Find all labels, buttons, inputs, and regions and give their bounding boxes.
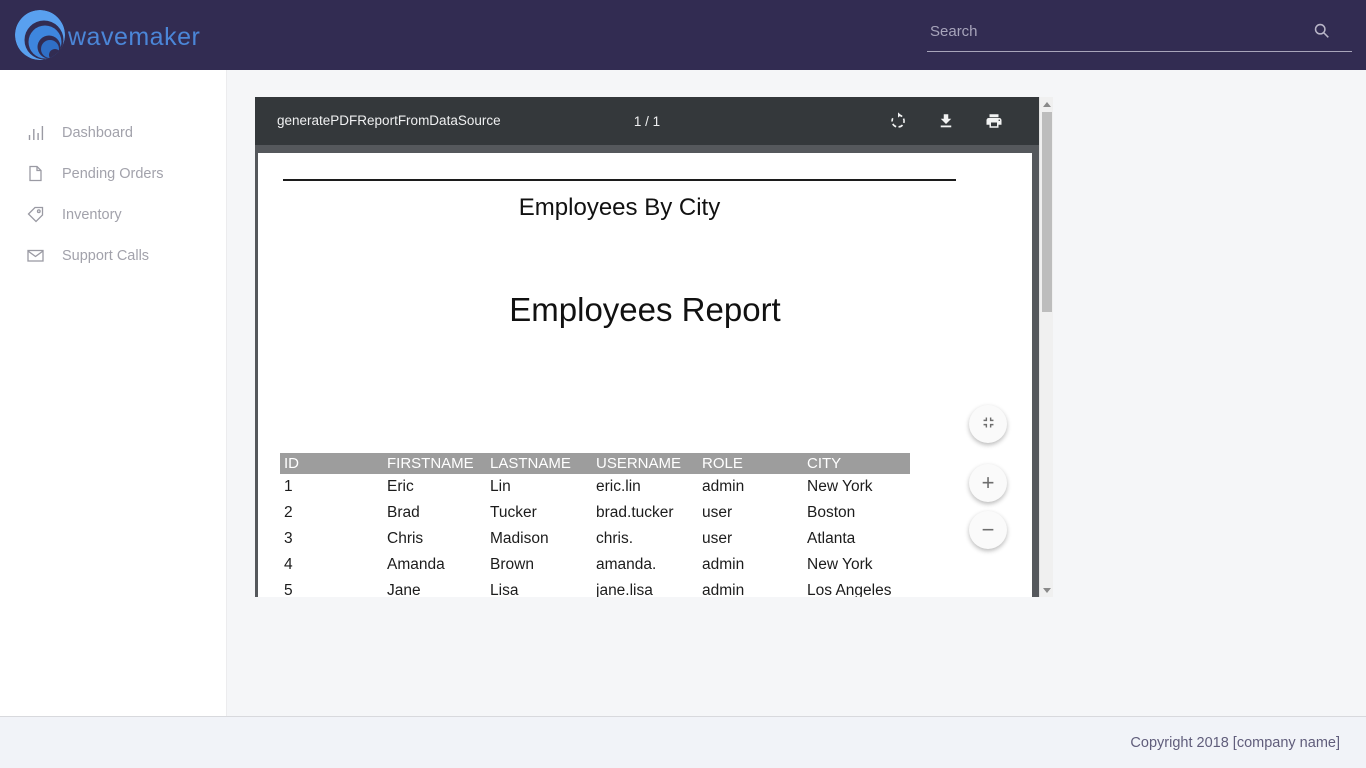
minus-icon: −	[982, 517, 995, 543]
pdf-viewer: generatePDFReportFromDataSource 1 / 1	[255, 97, 1053, 597]
document-icon	[27, 165, 44, 182]
cell-role: user	[702, 530, 807, 548]
sidebar-item-dashboard[interactable]: Dashboard	[0, 112, 226, 153]
cell-lastname: Madison	[490, 530, 596, 548]
page-footer: Copyright 2018 [company name]	[0, 716, 1366, 768]
table-row: 5 Jane Lisa jane.lisa admin Los Angeles	[280, 578, 910, 597]
column-header: ROLE	[702, 455, 807, 472]
pdf-page: Employees By City Employees Report ID FI…	[258, 153, 1032, 597]
pdf-scrollbar[interactable]	[1039, 97, 1053, 597]
search-icon[interactable]	[1313, 22, 1330, 39]
brand[interactable]: wavemaker	[14, 9, 200, 66]
table-row: 4 Amanda Brown amanda. admin New York	[280, 552, 910, 578]
print-icon[interactable]	[985, 112, 1003, 130]
table-header-row: ID FIRSTNAME LASTNAME USERNAME ROLE CITY	[280, 453, 910, 474]
rotate-icon[interactable]	[889, 112, 907, 130]
wavemaker-logo-icon	[14, 9, 66, 66]
search-input[interactable]	[927, 16, 1307, 46]
cell-firstname: Eric	[387, 478, 490, 496]
sidebar-item-inventory[interactable]: Inventory	[0, 194, 226, 235]
table-row: 1 Eric Lin eric.lin admin New York	[280, 474, 910, 500]
scroll-up-arrow-icon[interactable]	[1040, 97, 1054, 111]
document-header-title: Employees By City	[283, 194, 956, 222]
sidebar-item-support-calls[interactable]: Support Calls	[0, 235, 226, 276]
cell-lastname: Brown	[490, 556, 596, 574]
cell-username: chris.	[596, 530, 702, 548]
top-navbar: wavemaker	[0, 0, 1366, 70]
cell-city: Boston	[807, 504, 910, 522]
cell-firstname: Brad	[387, 504, 490, 522]
zoom-out-button[interactable]: −	[969, 511, 1007, 549]
zoom-in-button[interactable]: +	[969, 464, 1007, 502]
pdf-viewer-frame: generatePDFReportFromDataSource 1 / 1	[255, 97, 1039, 597]
sidebar-item-label: Support Calls	[62, 248, 149, 264]
cell-username: amanda.	[596, 556, 702, 574]
sidebar-item-label: Dashboard	[62, 125, 133, 141]
cell-username: jane.lisa	[596, 582, 702, 597]
cell-role: admin	[702, 582, 807, 597]
scroll-down-arrow-icon[interactable]	[1040, 583, 1054, 597]
cell-id: 2	[284, 504, 387, 522]
fit-to-page-icon	[980, 414, 997, 434]
cell-id: 3	[284, 530, 387, 548]
cell-role: user	[702, 504, 807, 522]
cell-lastname: Lin	[490, 478, 596, 496]
search-box	[927, 10, 1352, 52]
cell-city: New York	[807, 556, 910, 574]
cell-firstname: Jane	[387, 582, 490, 597]
cell-city: New York	[807, 478, 910, 496]
table-row: 3 Chris Madison chris. user Atlanta	[280, 526, 910, 552]
column-header: USERNAME	[596, 455, 702, 472]
bar-chart-icon	[27, 124, 44, 141]
copyright-text: Copyright 2018 [company name]	[1130, 735, 1340, 751]
cell-id: 1	[284, 478, 387, 496]
app-root: wavemaker Dashboard	[0, 0, 1366, 768]
cell-username: eric.lin	[596, 478, 702, 496]
plus-icon: +	[982, 470, 995, 496]
fit-to-page-button[interactable]	[969, 405, 1007, 443]
cell-role: admin	[702, 478, 807, 496]
cell-id: 4	[284, 556, 387, 574]
pdf-toolbar-actions	[889, 97, 1003, 145]
scrollbar-thumb[interactable]	[1042, 112, 1052, 312]
cell-lastname: Lisa	[490, 582, 596, 597]
cell-id: 5	[284, 582, 387, 597]
sidebar-item-pending-orders[interactable]: Pending Orders	[0, 153, 226, 194]
pdf-page-canvas: Employees By City Employees Report ID FI…	[255, 145, 1039, 597]
employees-table: ID FIRSTNAME LASTNAME USERNAME ROLE CITY…	[280, 453, 910, 597]
column-header: ID	[284, 455, 387, 472]
document-divider-line	[283, 179, 956, 181]
column-header: CITY	[807, 455, 910, 472]
sidebar-item-label: Inventory	[62, 207, 122, 223]
brand-name: wavemaker	[68, 23, 200, 52]
document-report-title: Employees Report	[258, 291, 1032, 329]
cell-username: brad.tucker	[596, 504, 702, 522]
pdf-toolbar: generatePDFReportFromDataSource 1 / 1	[255, 97, 1039, 145]
cell-firstname: Chris	[387, 530, 490, 548]
sidebar-item-label: Pending Orders	[62, 166, 164, 182]
cell-city: Los Angeles	[807, 582, 910, 597]
table-row: 2 Brad Tucker brad.tucker user Boston	[280, 500, 910, 526]
cell-city: Atlanta	[807, 530, 910, 548]
cell-firstname: Amanda	[387, 556, 490, 574]
cell-role: admin	[702, 556, 807, 574]
left-sidebar: Dashboard Pending Orders Inventory	[0, 70, 227, 716]
cell-lastname: Tucker	[490, 504, 596, 522]
download-icon[interactable]	[937, 112, 955, 130]
column-header: FIRSTNAME	[387, 455, 490, 472]
tag-icon	[27, 206, 44, 223]
mail-icon	[27, 247, 44, 264]
column-header: LASTNAME	[490, 455, 596, 472]
